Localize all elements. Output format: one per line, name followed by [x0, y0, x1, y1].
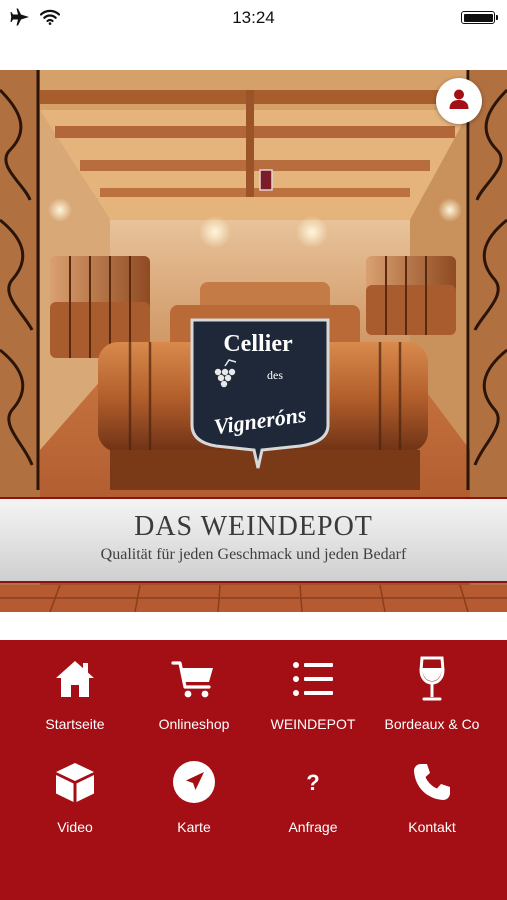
- menu-item-karte[interactable]: Karte: [131, 751, 257, 847]
- status-time: 13:24: [232, 8, 275, 27]
- banner-title: DAS WEINDEPOT: [134, 511, 373, 542]
- menu-item-label: WEINDEPOT: [270, 716, 356, 732]
- menu-item-anfrage[interactable]: ? Anfrage: [250, 751, 376, 847]
- phone-icon: [369, 759, 495, 805]
- menu-item-label: Bordeaux & Co: [384, 716, 480, 732]
- logo-line2: des: [267, 368, 283, 382]
- home-icon: [12, 656, 138, 702]
- status-bar: 13:24: [0, 0, 507, 36]
- svg-text:?: ?: [306, 770, 319, 795]
- banner-subtitle: Qualität für jeden Geschmack und jeden B…: [100, 546, 407, 563]
- banner: DAS WEINDEPOT Qualität für jeden Geschma…: [0, 497, 507, 583]
- menu-item-label: Anfrage: [288, 819, 338, 835]
- navigation-icon: [131, 759, 257, 805]
- menu-item-label: Video: [57, 819, 93, 835]
- profile-button[interactable]: [436, 78, 482, 124]
- menu-item-weindepot[interactable]: WEINDEPOT: [250, 648, 376, 744]
- cube-icon: [12, 759, 138, 805]
- question-icon: ?: [250, 759, 376, 805]
- cellier-des-vignerons-logo: Cellier des Vigneróns: [190, 318, 330, 469]
- user-icon: [448, 88, 470, 115]
- wine-glass-icon: [369, 656, 495, 702]
- main-menu: Startseite Onlineshop WEINDEPOT Bordeaux…: [0, 640, 507, 900]
- menu-item-kontakt[interactable]: Kontakt: [369, 751, 495, 847]
- menu-item-onlineshop[interactable]: Onlineshop: [131, 648, 257, 744]
- menu-item-label: Startseite: [45, 716, 105, 732]
- menu-item-label: Kontakt: [408, 819, 456, 835]
- logo-line1: Cellier: [223, 331, 293, 357]
- list-icon: [250, 656, 376, 702]
- hero-image: Cellier des Vigneróns DAS WEINDEPOT Qual…: [0, 70, 507, 612]
- cart-icon: [131, 656, 257, 702]
- menu-item-bordeaux-co[interactable]: Bordeaux & Co: [369, 648, 495, 744]
- menu-item-video[interactable]: Video: [12, 751, 138, 847]
- menu-item-label: Onlineshop: [158, 716, 230, 732]
- menu-item-label: Karte: [177, 819, 211, 835]
- battery-icon: [461, 11, 498, 24]
- menu-item-startseite[interactable]: Startseite: [12, 648, 138, 744]
